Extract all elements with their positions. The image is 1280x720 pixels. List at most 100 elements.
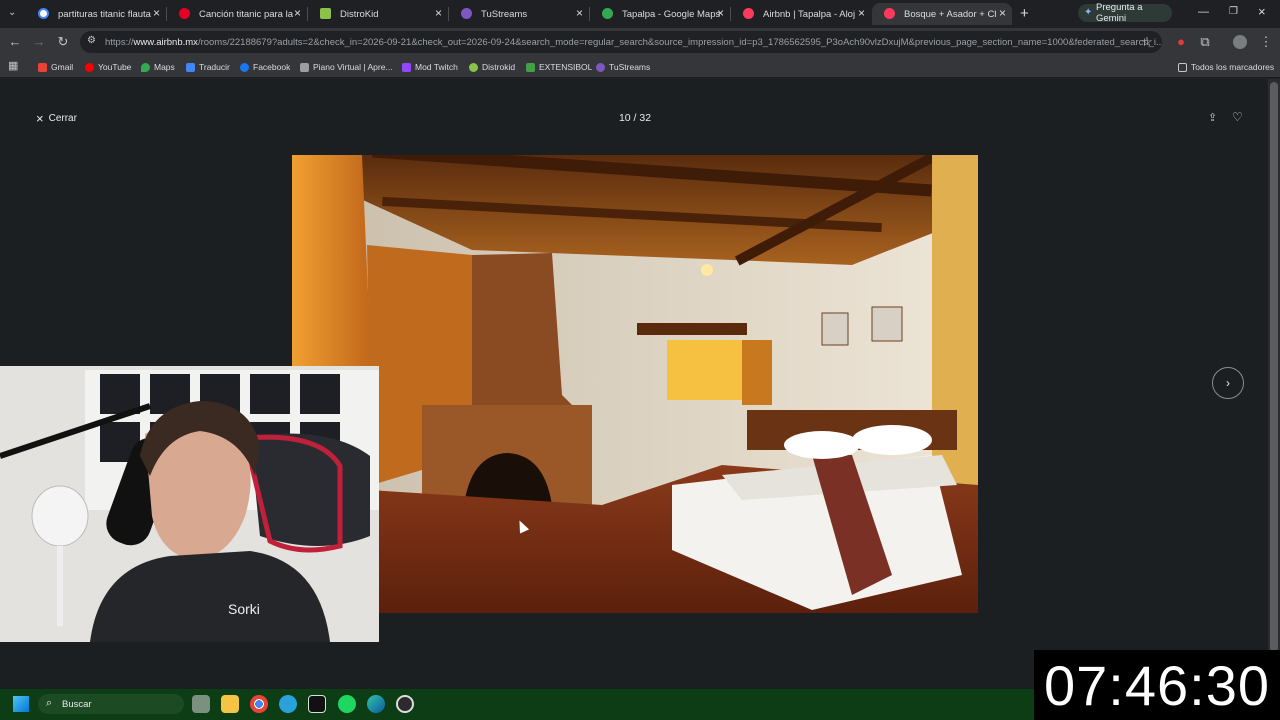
search-placeholder: Buscar bbox=[62, 698, 92, 710]
facebook-icon bbox=[240, 62, 249, 72]
bookmark-youtube[interactable]: YouTube bbox=[85, 60, 131, 74]
close-icon[interactable]: × bbox=[999, 6, 1006, 20]
close-gallery-button[interactable]: × Cerrar bbox=[36, 111, 77, 126]
url-prefix: https:// bbox=[105, 36, 134, 48]
obs-icon[interactable] bbox=[396, 695, 414, 713]
forward-icon[interactable]: → bbox=[31, 34, 47, 50]
close-icon[interactable]: × bbox=[717, 6, 724, 20]
tab-2[interactable]: Canción titanic para la flauta × bbox=[167, 3, 307, 25]
close-window-button[interactable]: × bbox=[1258, 4, 1266, 19]
bookmark-tustreams[interactable]: TuStreams bbox=[596, 60, 650, 74]
chevron-right-icon: › bbox=[1226, 376, 1230, 390]
airbnb-icon bbox=[884, 8, 895, 19]
distrokid-icon bbox=[469, 62, 478, 72]
menu-kebab-icon[interactable]: ⋮ bbox=[1258, 34, 1274, 50]
bookmark-distrokid[interactable]: Distrokid bbox=[469, 60, 515, 74]
close-icon[interactable]: × bbox=[294, 6, 301, 20]
tab-4[interactable]: TuStreams × bbox=[449, 3, 589, 25]
bookmark-label: Piano Virtual | Apre... bbox=[313, 62, 393, 72]
address-bar[interactable]: ⚙ https://www.airbnb.mx/rooms/22188679?a… bbox=[80, 31, 1162, 53]
share-icon[interactable]: ⇪ bbox=[1208, 111, 1217, 124]
close-icon[interactable]: × bbox=[858, 6, 865, 20]
tab-1[interactable]: partituras titanic flauta dulce × bbox=[26, 3, 166, 25]
back-icon[interactable]: ← bbox=[7, 34, 23, 50]
extension-red-icon[interactable]: ● bbox=[1173, 34, 1189, 50]
scrollbar-thumb[interactable] bbox=[1270, 82, 1278, 652]
bookmark-label: Traducir bbox=[199, 62, 230, 72]
tab-search-icon[interactable]: ⌄ bbox=[8, 7, 16, 18]
bookmark-traducir[interactable]: Traducir bbox=[186, 60, 230, 74]
bookmark-star-icon[interactable]: ☆ bbox=[1139, 34, 1155, 50]
svg-text:Sorki: Sorki bbox=[228, 601, 260, 617]
tab-title: Canción titanic para la flauta bbox=[199, 8, 295, 20]
close-icon[interactable]: × bbox=[576, 6, 583, 20]
tab-7-active[interactable]: Bosque + Asador + Chimenea × bbox=[872, 3, 1012, 25]
airbnb-icon bbox=[743, 8, 754, 19]
pinterest-icon bbox=[179, 8, 190, 19]
bookmark-label: YouTube bbox=[98, 62, 132, 72]
telegram-icon[interactable] bbox=[279, 695, 297, 713]
profile-avatar[interactable] bbox=[1233, 35, 1247, 49]
twitch-icon bbox=[402, 62, 411, 72]
apps-grid-icon[interactable]: ▦ bbox=[8, 59, 18, 72]
capcut-icon[interactable] bbox=[308, 695, 326, 713]
translate-icon bbox=[186, 62, 195, 72]
tab-6[interactable]: Airbnb | Tapalpa - Alojamientos × bbox=[731, 3, 871, 25]
tab-title: Tapalpa - Google Maps bbox=[622, 8, 721, 20]
maps-icon bbox=[602, 8, 613, 19]
edge-icon[interactable] bbox=[367, 695, 385, 713]
close-label: Cerrar bbox=[48, 113, 77, 124]
bookmark-label: Distrokid bbox=[482, 62, 516, 72]
search-icon: ⌕ bbox=[46, 697, 53, 709]
bookmark-piano-virtual[interactable]: Piano Virtual | Apre... bbox=[300, 60, 393, 74]
close-icon[interactable]: × bbox=[153, 6, 160, 20]
gemini-icon: ✦ bbox=[1084, 7, 1093, 18]
photo-counter: 10 / 32 bbox=[618, 112, 652, 124]
chrome-icon[interactable] bbox=[250, 695, 268, 713]
tab-title: partituras titanic flauta dulce bbox=[58, 8, 154, 20]
all-bookmarks-folder[interactable]: Todos los marcadores bbox=[1178, 60, 1274, 74]
tab-3[interactable]: DistroKid × bbox=[308, 3, 448, 25]
bookmark-label: Maps bbox=[154, 62, 175, 72]
tustreams-icon bbox=[596, 62, 605, 72]
bookmark-label: Facebook bbox=[253, 62, 291, 72]
tab-5[interactable]: Tapalpa - Google Maps × bbox=[590, 3, 730, 25]
reload-icon[interactable]: ↻ bbox=[55, 34, 71, 50]
bookmark-maps[interactable]: Maps bbox=[141, 60, 175, 74]
close-icon: × bbox=[36, 111, 44, 126]
google-icon bbox=[38, 8, 49, 19]
tab-title: Bosque + Asador + Chimenea bbox=[904, 8, 996, 20]
heart-icon[interactable]: ♡ bbox=[1232, 110, 1243, 124]
bookmark-gmail[interactable]: Gmail bbox=[38, 60, 73, 74]
site-info-icon[interactable]: ⚙ bbox=[87, 35, 96, 46]
listing-photo bbox=[292, 155, 978, 613]
new-tab-button[interactable]: + bbox=[1020, 5, 1029, 22]
youtube-icon bbox=[85, 62, 94, 72]
tab-title: DistroKid bbox=[340, 8, 379, 20]
maps-icon bbox=[141, 62, 150, 72]
bookmark-mod-twitch[interactable]: Mod Twitch bbox=[402, 60, 458, 74]
task-view-icon[interactable] bbox=[192, 695, 210, 713]
bookmark-extensibol[interactable]: EXTENSIBOL bbox=[526, 60, 592, 74]
gmail-icon bbox=[38, 62, 47, 72]
minimize-button[interactable]: — bbox=[1198, 6, 1209, 18]
extensibol-icon bbox=[526, 62, 535, 72]
taskbar-search[interactable]: ⌕ Buscar bbox=[38, 694, 184, 714]
windows-start-icon[interactable] bbox=[13, 696, 29, 712]
file-explorer-icon[interactable] bbox=[221, 695, 239, 713]
url-host: www.airbnb.mx bbox=[133, 36, 198, 48]
close-icon[interactable]: × bbox=[435, 6, 442, 20]
stream-clock: 07:46:30 bbox=[1034, 650, 1280, 720]
extensions-puzzle-icon[interactable]: ⧉ bbox=[1197, 34, 1213, 50]
gemini-button[interactable]: ✦ Pregunta a Gemini bbox=[1078, 2, 1172, 24]
all-bookmarks-label: Todos los marcadores bbox=[1191, 62, 1275, 72]
next-photo-button[interactable]: › bbox=[1212, 367, 1244, 399]
spotify-icon[interactable] bbox=[338, 695, 356, 713]
bookmark-label: Mod Twitch bbox=[415, 62, 458, 72]
tab-title: TuStreams bbox=[481, 8, 528, 20]
bookmark-label: TuStreams bbox=[609, 62, 651, 72]
bookmark-facebook[interactable]: Facebook bbox=[240, 60, 290, 74]
folder-icon bbox=[1178, 62, 1187, 72]
tustreams-icon bbox=[461, 8, 472, 19]
restore-button[interactable]: ❐ bbox=[1229, 6, 1238, 17]
